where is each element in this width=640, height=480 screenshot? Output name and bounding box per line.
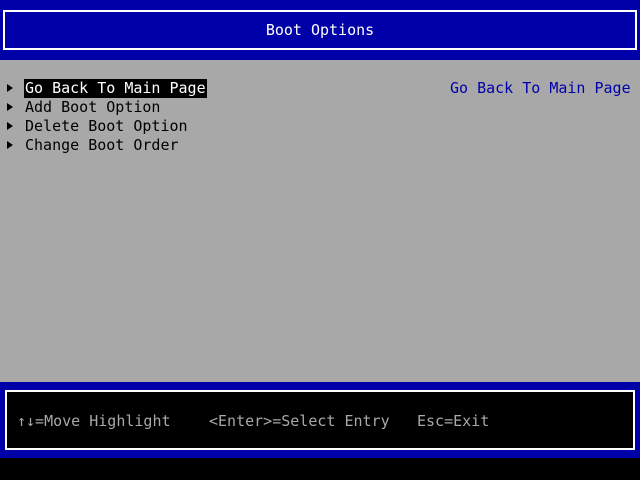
select-entry-hint: <Enter>=Select Entry	[209, 412, 390, 430]
triangle-right-icon	[7, 84, 13, 92]
help-text: Go Back To Main Page	[450, 79, 631, 97]
page-title: Boot Options	[265, 21, 375, 39]
triangle-right-icon	[7, 103, 13, 111]
exit-hint: Esc=Exit	[417, 412, 490, 430]
header-bar: Boot Options	[0, 0, 640, 60]
menu-item-label: Add Boot Option	[25, 98, 161, 116]
key-hint-box: ↑↓=Move Highlight <Enter>=Select Entry E…	[5, 390, 635, 450]
triangle-right-icon	[7, 122, 13, 130]
menu-item-label: Go Back To Main Page	[24, 79, 207, 98]
bottom-border	[0, 458, 640, 480]
move-highlight-hint: ↑↓=Move Highlight	[17, 412, 171, 430]
triangle-right-icon	[7, 141, 13, 149]
header-frame: Boot Options	[3, 10, 637, 50]
menu-item-label: Change Boot Order	[25, 136, 179, 154]
footer-bar: ↑↓=Move Highlight <Enter>=Select Entry E…	[0, 382, 640, 458]
main-panel: Go Back To Main Page Add Boot Option Del…	[0, 60, 640, 382]
menu-item-label: Delete Boot Option	[25, 117, 188, 135]
